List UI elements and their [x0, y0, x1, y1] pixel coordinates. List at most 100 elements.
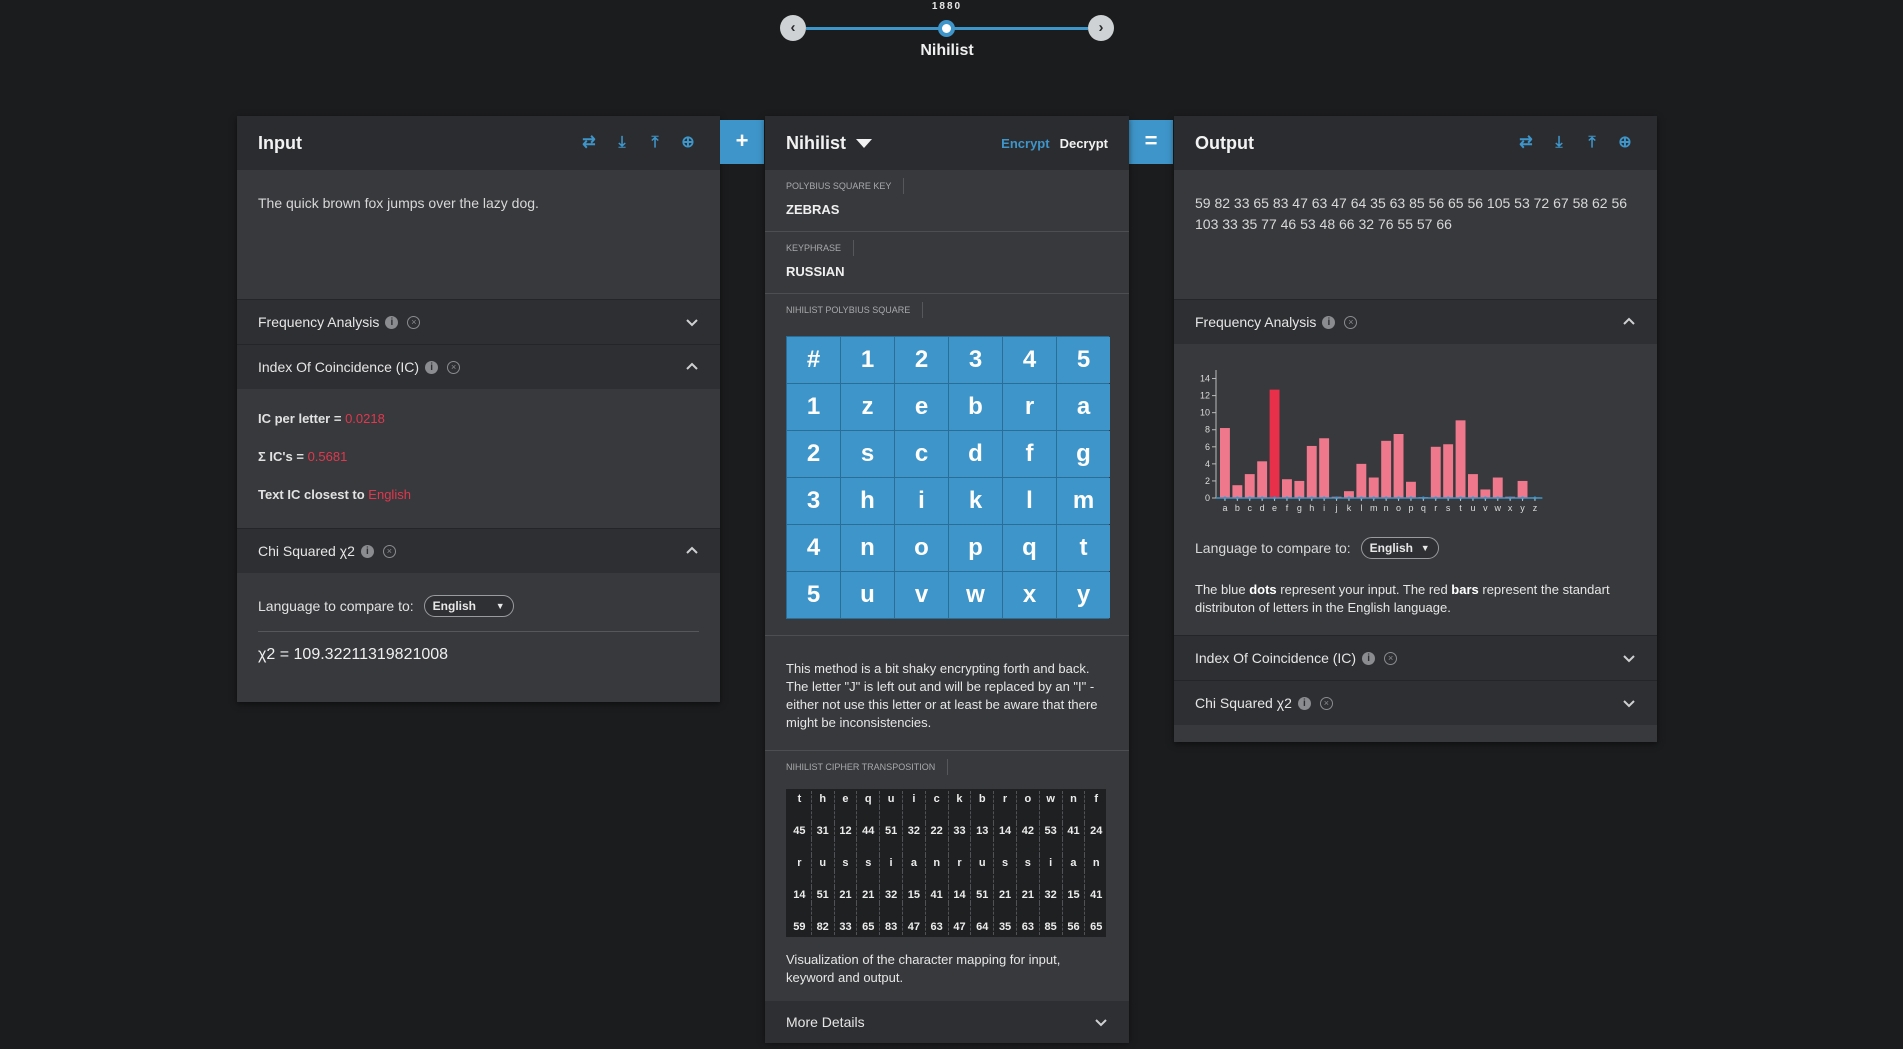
chevron-down-icon[interactable] [1622, 651, 1636, 665]
freq-bar-m [1368, 477, 1379, 498]
transposition-spacer [1015, 807, 1039, 823]
transposition-spacer [993, 807, 1016, 823]
x-tick-label: i [1323, 503, 1325, 513]
output-ic-section[interactable]: Index Of Coincidence (IC) i × [1174, 635, 1657, 680]
plain-row: thequickbrownf [788, 791, 1104, 807]
keyphrase-field[interactable]: Keyphrase RUSSIAN [765, 232, 1129, 294]
download-icon[interactable]: ⤓ [611, 132, 633, 154]
transposition-cell: n [1084, 855, 1107, 871]
cipher-panel: Nihilist Encrypt Decrypt Polybius Square… [765, 116, 1129, 1043]
square-cell: i [895, 478, 948, 524]
transposition-cell: h [810, 791, 834, 807]
transposition-spacer [1038, 871, 1062, 887]
swap-icon[interactable]: ⇄ [1515, 132, 1537, 154]
close-icon[interactable]: × [447, 360, 461, 374]
transposition-cell: 51 [970, 887, 993, 903]
more-details-label: More Details [786, 1014, 865, 1030]
upload-icon[interactable]: ⤒ [644, 132, 666, 154]
download-icon[interactable]: ⤓ [1548, 132, 1570, 154]
output-text[interactable]: 59 82 33 65 83 47 63 47 64 35 63 85 56 6… [1174, 170, 1657, 299]
output-chi-section[interactable]: Chi Squared χ2 i × [1174, 680, 1657, 725]
swap-icon[interactable]: ⇄ [578, 132, 600, 154]
keyphrase-value[interactable]: RUSSIAN [786, 264, 1108, 279]
transposition-cell: 44 [856, 823, 879, 839]
op-row [788, 903, 1104, 919]
transposition-spacer [810, 839, 834, 855]
chevron-up-icon[interactable] [685, 544, 699, 558]
transposition-spacer [1084, 903, 1107, 919]
transposition-spacer [924, 903, 948, 919]
chevron-down-icon[interactable] [685, 315, 699, 329]
info-icon[interactable]: i [425, 360, 439, 374]
chevron-down-icon[interactable] [1622, 696, 1636, 710]
transposition-cell: i [879, 855, 902, 871]
chevron-left-icon[interactable]: ‹ [780, 15, 806, 41]
chevron-up-icon[interactable] [1622, 315, 1636, 329]
info-icon[interactable]: i [1297, 696, 1311, 710]
input-ic-section[interactable]: Index Of Coincidence (IC) i × [237, 344, 720, 389]
transposition-section: Nihilist Cipher Transposition thequickbr… [765, 751, 1129, 1001]
close-icon[interactable]: × [382, 544, 396, 558]
transposition-cell: e [833, 791, 857, 807]
transposition-cell: 14 [793, 889, 806, 901]
x-tick-label: g [1297, 503, 1302, 513]
caret-down-icon[interactable] [856, 138, 873, 148]
info-icon[interactable]: i [385, 315, 399, 329]
square-cell: y [1057, 572, 1110, 618]
key-value[interactable]: ZEBRAS [786, 202, 1108, 217]
info-icon[interactable]: i [1322, 315, 1336, 329]
transposition-cell: i [1038, 855, 1062, 871]
transposition-cell: 47 [901, 919, 925, 935]
output-panel: Output ⇄ ⤓ ⤒ ⊕ 59 82 33 65 83 47 63 47 6… [1174, 116, 1657, 742]
transposition-cell: 63 [924, 919, 948, 935]
output-freq-section[interactable]: Frequency Analysis i × [1174, 299, 1657, 344]
close-icon[interactable]: × [1384, 651, 1398, 665]
chevron-right-icon[interactable]: › [1088, 15, 1114, 41]
x-tick-label: s [1446, 503, 1451, 513]
add-circle-icon[interactable]: ⊕ [1614, 132, 1636, 154]
equals-button[interactable]: = [1129, 120, 1173, 164]
transposition-spacer [856, 807, 879, 823]
transposition-spacer [924, 839, 948, 855]
polybius-section: Nihilist Polybius Square #1 2 3 4 5 1 z e b r a 2 s c… [765, 294, 1129, 636]
transposition-spacer [856, 871, 879, 887]
transposition-cell: 85 [1038, 919, 1062, 935]
add-operation-button[interactable]: + [720, 120, 764, 164]
transposition-spacer [788, 903, 811, 919]
close-icon[interactable]: × [1319, 696, 1333, 710]
input-freq-section[interactable]: Frequency Analysis i × [237, 299, 720, 344]
transposition-spacer [879, 903, 902, 919]
square-cell: 2 [787, 431, 840, 477]
key-field[interactable]: Polybius Square Key ZEBRAS [765, 170, 1129, 232]
y-tick-label: 14 [1200, 374, 1210, 384]
info-icon[interactable]: i [360, 544, 374, 558]
chevron-up-icon[interactable] [685, 360, 699, 374]
input-text[interactable]: The quick brown fox jumps over the lazy … [237, 170, 720, 299]
info-icon[interactable]: i [1362, 651, 1376, 665]
cipher-title[interactable]: Nihilist [786, 133, 846, 154]
add-circle-icon[interactable]: ⊕ [677, 132, 699, 154]
more-details[interactable]: More Details [765, 1001, 1129, 1043]
transposition-spacer [788, 807, 811, 823]
freq-bar-c [1244, 474, 1255, 498]
transposition-spacer [1038, 903, 1062, 919]
transposition-spacer [856, 839, 879, 855]
close-icon[interactable]: × [407, 315, 421, 329]
transposition-cell: 32 [1038, 887, 1062, 903]
transposition-cell: u [970, 855, 993, 871]
encrypt-button[interactable]: Encrypt [1001, 136, 1049, 151]
upload-icon[interactable]: ⤒ [1581, 132, 1603, 154]
transposition-cell: 31 [810, 823, 834, 839]
x-tick-label: a [1222, 503, 1227, 513]
output-lang-label: Language to compare to: [1195, 540, 1351, 556]
transposition-spacer [970, 839, 993, 855]
timeline-knob[interactable] [938, 20, 955, 37]
chi-lang-select[interactable]: English ▼ [423, 595, 514, 617]
close-icon[interactable]: × [1344, 315, 1358, 329]
square-cell: 3 [949, 337, 1002, 383]
decrypt-button[interactable]: Decrypt [1060, 136, 1108, 151]
output-lang-select[interactable]: English ▼ [1360, 537, 1439, 559]
output-ic-label: Index Of Coincidence (IC) [1195, 650, 1357, 666]
input-chi-section[interactable]: Chi Squared χ2 i × [237, 528, 720, 573]
chevron-down-icon[interactable] [1094, 1015, 1108, 1029]
